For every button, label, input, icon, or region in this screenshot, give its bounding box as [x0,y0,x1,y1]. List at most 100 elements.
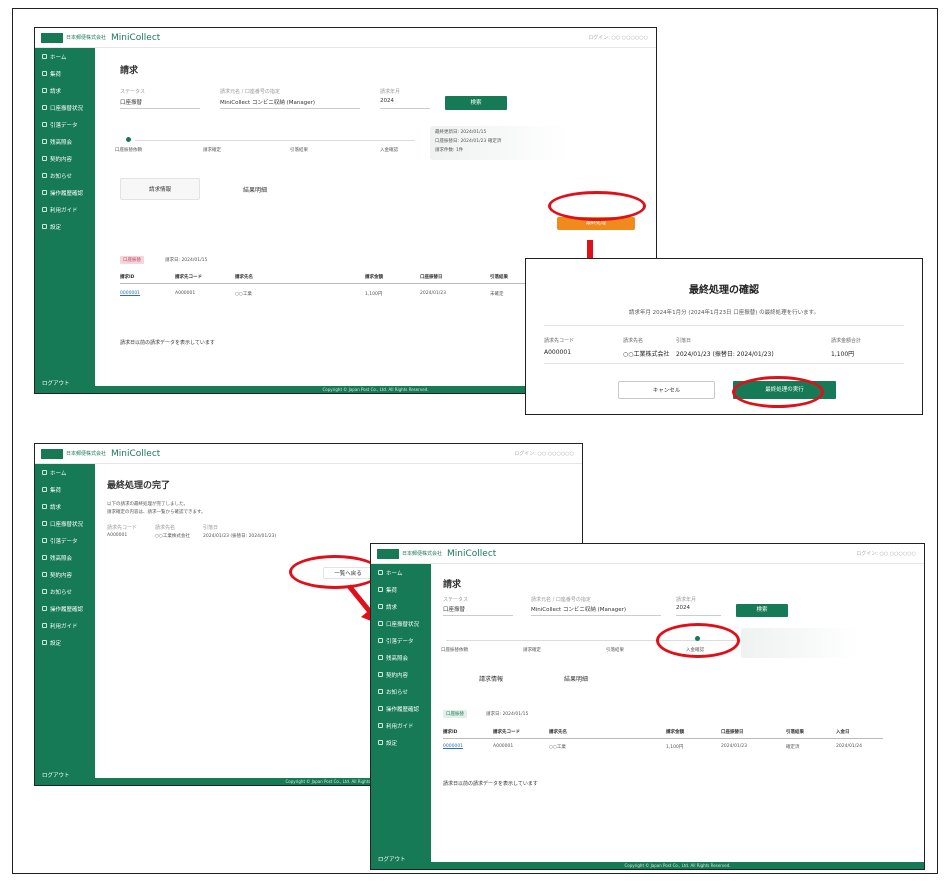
sidebar-item-history[interactable]: 操作履歴確認 [371,700,431,717]
search-button[interactable]: 検索 [736,604,788,617]
result-value: ○○工業株式会社 [155,534,190,539]
table-cell-id[interactable]: 0000001 [443,744,463,749]
logout-link[interactable]: ログアウト [42,771,70,779]
app-header: 日本郵便株式会社 MiniCollect ログイン: ○○ ○○○○○○ [35,444,582,464]
month-label: 請求年月 [380,89,401,95]
status-select[interactable]: 口座振替 [443,605,465,613]
sidebar-item-notice[interactable]: お知らせ [35,583,95,600]
month-underline [676,615,721,616]
sidebar-item-label: 利用ガイド [386,723,414,730]
app-title: MiniCollect [447,548,497,559]
sidebar-item-contract[interactable]: 契約内容 [35,566,95,583]
sidebar-item-settings[interactable]: 設定 [35,634,95,651]
month-underline [380,108,430,109]
sidebar-item-guide[interactable]: 利用ガイド [371,717,431,734]
sidebar-item-home[interactable]: ホーム [371,564,431,581]
table-header: 口座振替日 [721,730,744,735]
month-select[interactable]: 2024 [380,98,394,104]
account-select[interactable]: MiniCollect コンビニ収納 (Manager) [220,98,315,106]
table-header: 口座振替日 [420,275,443,280]
table-cell: 2024/01/23 [721,744,747,749]
sidebar-item-billing[interactable]: 請求 [371,598,431,615]
user-info[interactable]: ログイン: ○○ ○○○○○○ [588,34,648,41]
table-cell: 1,100円 [666,745,684,750]
brand-logo [41,32,63,43]
sidebar-item-pickup[interactable]: 集荷 [371,581,431,598]
step-label: 口座振替依頼 [115,148,142,153]
month-select[interactable]: 2024 [676,605,690,611]
table-cell: ○○工業 [549,745,566,750]
sidebar-item-settings[interactable]: 設定 [371,734,431,751]
sidebar-item-billing[interactable]: 請求 [35,82,95,99]
account-label: 請求元名 / 口座番号の指定 [531,597,591,603]
dialog-label: 引落日 [676,338,692,344]
sidebar-item-contract[interactable]: 契約内容 [371,666,431,683]
highlight-execute-button [732,376,824,408]
step-label: 引落結果 [606,648,624,653]
tab-result-detail[interactable]: 結果明細 [220,185,290,194]
sidebar-item-label: 利用ガイド [50,207,78,214]
sidebar-item-label: 集荷 [50,71,62,78]
sidebar-item-label: 口座振替状況 [50,105,84,112]
sidebar-item-label: 引落データ [386,638,414,645]
sidebar-item-label: 残高照会 [50,555,73,562]
sidebar-item-settings[interactable]: 設定 [35,218,95,235]
gear-icon [42,640,47,645]
sidebar-item-home[interactable]: ホーム [35,48,95,65]
logout-link[interactable]: ログアウト [42,379,70,387]
sidebar-item-pickup[interactable]: 集荷 [35,65,95,82]
sidebar-item-balance[interactable]: 残高照会 [371,649,431,666]
sidebar-item-home[interactable]: ホーム [35,464,95,481]
sidebar-item-history[interactable]: 操作履歴確認 [35,600,95,617]
complete-message: 以下の請求の最終処理が完了しました。 [107,502,188,507]
screen-billing-after: 日本郵便株式会社 MiniCollect ログイン: ○○ ○○○○○○ ホーム… [370,543,925,870]
sidebar-item-balance[interactable]: 残高照会 [35,549,95,566]
status-label: ステータス [443,597,469,603]
tag-note: 請求日: 2024/01/15 [486,712,529,717]
account-select[interactable]: MiniCollect コンビニ収納 (Manager) [531,605,626,613]
table-cell: ○○工業 [235,292,252,297]
download-icon [42,122,47,127]
dialog-value: A000001 [544,349,572,356]
sidebar-item-contract[interactable]: 契約内容 [35,150,95,167]
bell-icon [42,173,47,178]
sidebar-item-guide[interactable]: 利用ガイド [35,617,95,634]
status-select[interactable]: 口座振替 [120,98,142,106]
table-cell-id[interactable]: 0000001 [120,291,140,296]
highlight-final-button [548,191,646,221]
user-info[interactable]: ログイン: ○○ ○○○○○○ [514,450,574,457]
step-line [135,140,415,141]
tab-billing-info[interactable]: 請求情報 [120,178,200,200]
user-info[interactable]: ログイン: ○○ ○○○○○○ [856,550,916,557]
sidebar-item-transfer[interactable]: 口座振替状況 [371,615,431,632]
sidebar-item-guide[interactable]: 利用ガイド [35,201,95,218]
sidebar-item-transfer[interactable]: 口座振替状況 [35,515,95,532]
sidebar-item-notice[interactable]: お知らせ [35,167,95,184]
gear-icon [378,740,383,745]
sidebar-item-label: ホーム [50,54,67,61]
sidebar-item-notice[interactable]: お知らせ [371,683,431,700]
sidebar-item-history[interactable]: 操作履歴確認 [35,184,95,201]
sidebar-item-pickup[interactable]: 集荷 [35,481,95,498]
dialog-subtitle: 請求年月 2024年1月分 (2024年1月23日 口座振替) の最終処理を行い… [628,310,820,316]
tab-billing-info[interactable]: 請求情報 [456,674,526,683]
info-line: 最終更新日: 2024/01/15 [435,130,487,135]
search-button[interactable]: 検索 [445,96,507,110]
sidebar-item-debit[interactable]: 引落データ [35,532,95,549]
result-label: 引落日 [203,525,219,531]
logout-link[interactable]: ログアウト [378,855,406,863]
dialog-value: 2024/01/23 (振替日: 2024/01/23) [676,351,774,358]
sidebar-item-debit[interactable]: 引落データ [371,632,431,649]
sidebar-item-debit[interactable]: 引落データ [35,116,95,133]
sidebar-item-billing[interactable]: 請求 [35,498,95,515]
invoice-icon [42,88,47,93]
sidebar-item-balance[interactable]: 残高照会 [35,133,95,150]
truck-icon [378,587,383,592]
table-divider [443,738,883,739]
account-label: 請求元名 / 口座番号の指定 [220,89,280,95]
sidebar-item-transfer[interactable]: 口座振替状況 [35,99,95,116]
sidebar: ホーム 集荷 請求 口座振替状況 引落データ 残高照会 契約内容 お知らせ 操作… [35,464,95,785]
dialog-separator [544,325,904,326]
cancel-button[interactable]: キャンセル [618,381,715,399]
tab-result-detail[interactable]: 結果明細 [541,674,611,683]
